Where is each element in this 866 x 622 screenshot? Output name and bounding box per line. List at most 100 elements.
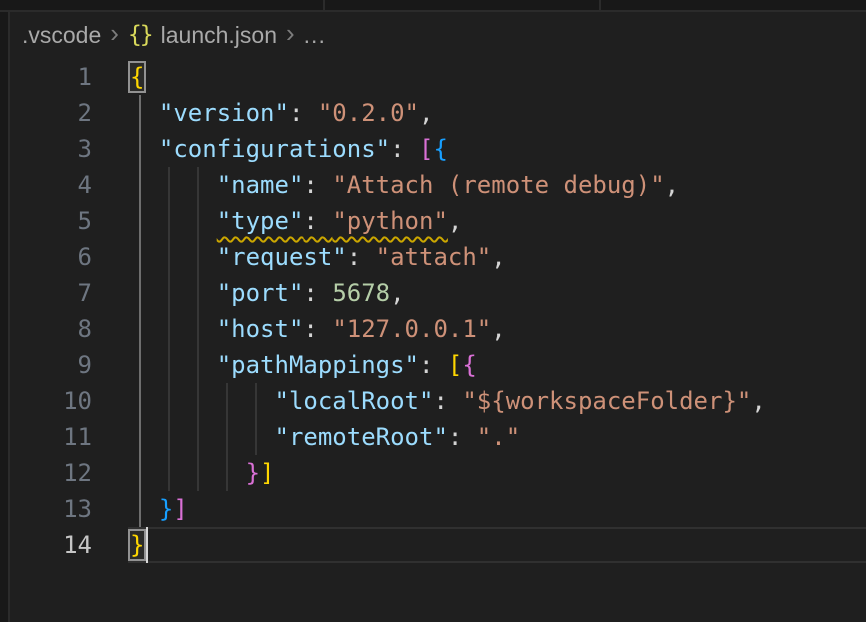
line-number[interactable]: 11 xyxy=(10,419,92,455)
code-token: : xyxy=(419,351,448,379)
code-token xyxy=(130,207,217,235)
code-token: "0.2.0" xyxy=(318,99,419,127)
line-number[interactable]: 6 xyxy=(10,239,92,275)
code-line-text: "remoteRoot": "." xyxy=(130,419,520,455)
code-token: "port" xyxy=(217,279,304,307)
code-line-text: "request": "attach", xyxy=(130,239,506,275)
code-token: "attach" xyxy=(376,243,492,271)
code-token xyxy=(130,135,159,163)
code-token: , xyxy=(491,243,505,271)
code-token xyxy=(130,315,217,343)
text-cursor xyxy=(146,527,148,563)
code-token: "." xyxy=(477,423,520,451)
code-token: { xyxy=(462,351,476,379)
code-token: : xyxy=(303,315,332,343)
code-token xyxy=(130,171,217,199)
code-line[interactable]: 6 "request": "attach", xyxy=(10,239,866,275)
code-token: "localRoot" xyxy=(275,387,434,415)
code-line[interactable]: 4 "name": "Attach (remote debug)", xyxy=(10,167,866,203)
code-token: "Attach (remote debug)" xyxy=(332,171,664,199)
breadcrumb-folder[interactable]: .vscode xyxy=(22,22,101,49)
json-file-icon: {} xyxy=(128,22,152,48)
code-line[interactable]: 1{ xyxy=(10,59,866,95)
current-line-highlight-border xyxy=(128,527,866,529)
line-number[interactable]: 5 xyxy=(10,203,92,239)
code-line[interactable]: 10 "localRoot": "${workspaceFolder}", xyxy=(10,383,866,419)
code-token xyxy=(130,99,159,127)
code-token: , xyxy=(491,315,505,343)
code-token xyxy=(130,459,246,487)
code-line[interactable]: 3 "configurations": [{ xyxy=(10,131,866,167)
code-token: "pathMappings" xyxy=(217,351,419,379)
code-token: "127.0.0.1" xyxy=(332,315,491,343)
code-token: { xyxy=(433,135,447,163)
warning-squiggle-token: "type" xyxy=(217,207,304,235)
breadcrumb-file[interactable]: launch.json xyxy=(161,22,277,49)
code-token xyxy=(130,279,217,307)
code-token: ] xyxy=(173,495,187,523)
code-line-text: "localRoot": "${workspaceFolder}", xyxy=(130,383,766,419)
code-line[interactable]: 11 "remoteRoot": "." xyxy=(10,419,866,455)
line-number[interactable]: 14 xyxy=(10,527,92,563)
code-token: "name" xyxy=(217,171,304,199)
code-token: "host" xyxy=(217,315,304,343)
current-line-highlight-border xyxy=(128,561,866,563)
line-number[interactable]: 10 xyxy=(10,383,92,419)
editor-code-area[interactable]: 1{2 "version": "0.2.0",3 "configurations… xyxy=(10,59,866,622)
code-token: } xyxy=(159,495,173,523)
chevron-right-icon: › xyxy=(110,20,119,46)
code-token: , xyxy=(448,207,462,235)
code-line-text: "version": "0.2.0", xyxy=(130,95,433,131)
line-number[interactable]: 3 xyxy=(10,131,92,167)
code-token: "${workspaceFolder}" xyxy=(462,387,751,415)
tab-separator xyxy=(323,0,325,10)
code-line[interactable]: 9 "pathMappings": [{ xyxy=(10,347,866,383)
line-number[interactable]: 2 xyxy=(10,95,92,131)
code-line-text: "host": "127.0.0.1", xyxy=(130,311,506,347)
line-number[interactable]: 7 xyxy=(10,275,92,311)
code-line[interactable]: 7 "port": 5678, xyxy=(10,275,866,311)
code-token xyxy=(130,351,217,379)
code-line-text: "name": "Attach (remote debug)", xyxy=(130,167,679,203)
code-line-text: "pathMappings": [{ xyxy=(130,347,477,383)
line-number[interactable]: 13 xyxy=(10,491,92,527)
code-token: : xyxy=(303,279,332,307)
vscode-editor-window: .vscode › {} launch.json › ... 1{2 "vers… xyxy=(0,0,866,622)
bracket-match-highlight: { xyxy=(130,63,144,91)
code-line[interactable]: 12 }] xyxy=(10,455,866,491)
line-number[interactable]: 4 xyxy=(10,167,92,203)
line-number[interactable]: 1 xyxy=(10,59,92,95)
code-token: } xyxy=(246,459,260,487)
code-line[interactable]: 14} xyxy=(10,527,866,563)
code-token: "request" xyxy=(217,243,347,271)
code-line-text: }] xyxy=(130,491,188,527)
code-token xyxy=(130,243,217,271)
breadcrumb: .vscode › {} launch.json › ... xyxy=(10,12,866,58)
code-line[interactable]: 13 }] xyxy=(10,491,866,527)
code-line-text: "port": 5678, xyxy=(130,275,405,311)
breadcrumb-symbol-ellipsis[interactable]: ... xyxy=(304,22,326,49)
warning-squiggle-token: "python" xyxy=(332,207,448,235)
code-token xyxy=(130,495,159,523)
code-token xyxy=(130,387,275,415)
bracket-match-highlight: } xyxy=(130,531,144,559)
code-token: : xyxy=(303,171,332,199)
code-token: , xyxy=(390,279,404,307)
code-token: "configurations" xyxy=(159,135,390,163)
chevron-right-icon: › xyxy=(286,20,295,46)
line-number[interactable]: 8 xyxy=(10,311,92,347)
code-token: , xyxy=(751,387,765,415)
code-token: : xyxy=(433,387,462,415)
line-number[interactable]: 9 xyxy=(10,347,92,383)
code-token: : xyxy=(448,423,477,451)
warning-squiggle-token: : xyxy=(303,207,332,235)
code-token: "remoteRoot" xyxy=(275,423,448,451)
code-token: , xyxy=(419,99,433,127)
code-line[interactable]: 8 "host": "127.0.0.1", xyxy=(10,311,866,347)
code-line[interactable]: 2 "version": "0.2.0", xyxy=(10,95,866,131)
line-number[interactable]: 12 xyxy=(10,455,92,491)
code-token xyxy=(130,423,275,451)
code-token: : xyxy=(289,99,318,127)
code-token: ] xyxy=(260,459,274,487)
code-line[interactable]: 5 "type": "python", xyxy=(10,203,866,239)
